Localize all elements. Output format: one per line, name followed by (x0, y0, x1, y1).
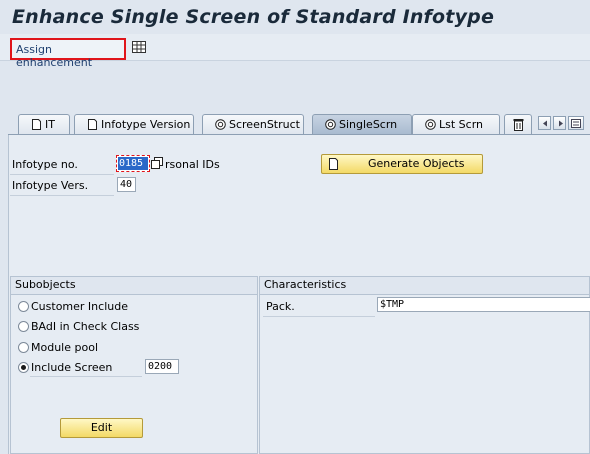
tab-list-button[interactable] (568, 116, 584, 130)
row-separator (10, 174, 114, 175)
tab-it[interactable]: IT (18, 114, 70, 134)
radio-customer-include[interactable] (18, 301, 29, 312)
tab-label: IT (45, 118, 55, 131)
edit-label: Edit (90, 421, 113, 434)
characteristics-title: Characteristics (260, 277, 589, 295)
grid-icon[interactable] (132, 41, 146, 53)
tab-strip: IT Infotype Version ScreenStruct SingleS… (8, 114, 590, 135)
module-pool-label: Module pool (31, 341, 98, 354)
screen-icon (215, 119, 226, 130)
tab-overflow[interactable] (504, 114, 532, 134)
chevron-right-icon (559, 120, 563, 127)
badi-check-class-label: BAdI in Check Class (31, 320, 140, 333)
infotype-text: rsonal IDs (165, 158, 220, 171)
tab-label: ScreenStruct (229, 118, 300, 131)
title-bar: Enhance Single Screen of Standard Infoty… (0, 0, 590, 34)
generate-objects-button[interactable]: Generate Objects (321, 154, 483, 174)
infotype-no-label: Infotype no. (12, 158, 78, 171)
chevron-left-icon (543, 120, 547, 127)
row-separator (10, 195, 114, 196)
assign-enhancement-label: Assign enhancement (16, 43, 93, 69)
pack-value: $TMP (380, 299, 405, 310)
document-icon (329, 158, 338, 170)
tab-label: Infotype Version (101, 118, 191, 131)
tab-screenstruct[interactable]: ScreenStruct (202, 114, 304, 134)
edit-button[interactable]: Edit (60, 418, 143, 438)
infotype-vers-label: Infotype Vers. (12, 179, 89, 192)
row-separator (30, 376, 142, 377)
tab-singlescrn[interactable]: SingleScrn (312, 114, 412, 134)
tab-list-icon (571, 119, 581, 128)
radio-badi-check-class[interactable] (18, 321, 29, 332)
radio-include-screen[interactable] (18, 362, 29, 373)
tab-label: Lst Scrn (439, 118, 483, 131)
subobjects-title: Subobjects (11, 277, 257, 295)
screen-icon (425, 119, 436, 130)
tab-scroll-right-button[interactable] (553, 116, 566, 130)
infotype-no-field[interactable]: 0185 (116, 155, 150, 172)
document-icon (88, 119, 97, 130)
include-screen-value: 0200 (148, 361, 173, 372)
row-separator (263, 316, 375, 317)
include-screen-label: Include Screen (31, 361, 113, 374)
value-help-icon[interactable] (151, 157, 163, 169)
tab-infotype-version[interactable]: Infotype Version (74, 114, 194, 134)
customer-include-label: Customer Include (31, 300, 128, 313)
pack-field[interactable]: $TMP (377, 297, 590, 312)
include-screen-field[interactable]: 0200 (145, 359, 179, 374)
pack-label: Pack. (266, 300, 295, 313)
screen-icon (325, 119, 336, 130)
radio-module-pool[interactable] (18, 342, 29, 353)
document-icon (32, 119, 41, 130)
generate-objects-label: Generate Objects (368, 157, 465, 170)
tab-lst-scrn[interactable]: Lst Scrn (412, 114, 500, 134)
infotype-vers-value: 40 (120, 179, 133, 190)
infotype-vers-field[interactable]: 40 (117, 177, 136, 192)
window-title: Enhance Single Screen of Standard Infoty… (12, 6, 495, 28)
assign-enhancement-button[interactable]: Assign enhancement (10, 38, 126, 69)
infotype-no-value: 0185 (118, 157, 148, 170)
tab-scroll-left-button[interactable] (538, 116, 551, 130)
trash-icon (513, 119, 524, 131)
tab-label: SingleScrn (339, 118, 398, 131)
